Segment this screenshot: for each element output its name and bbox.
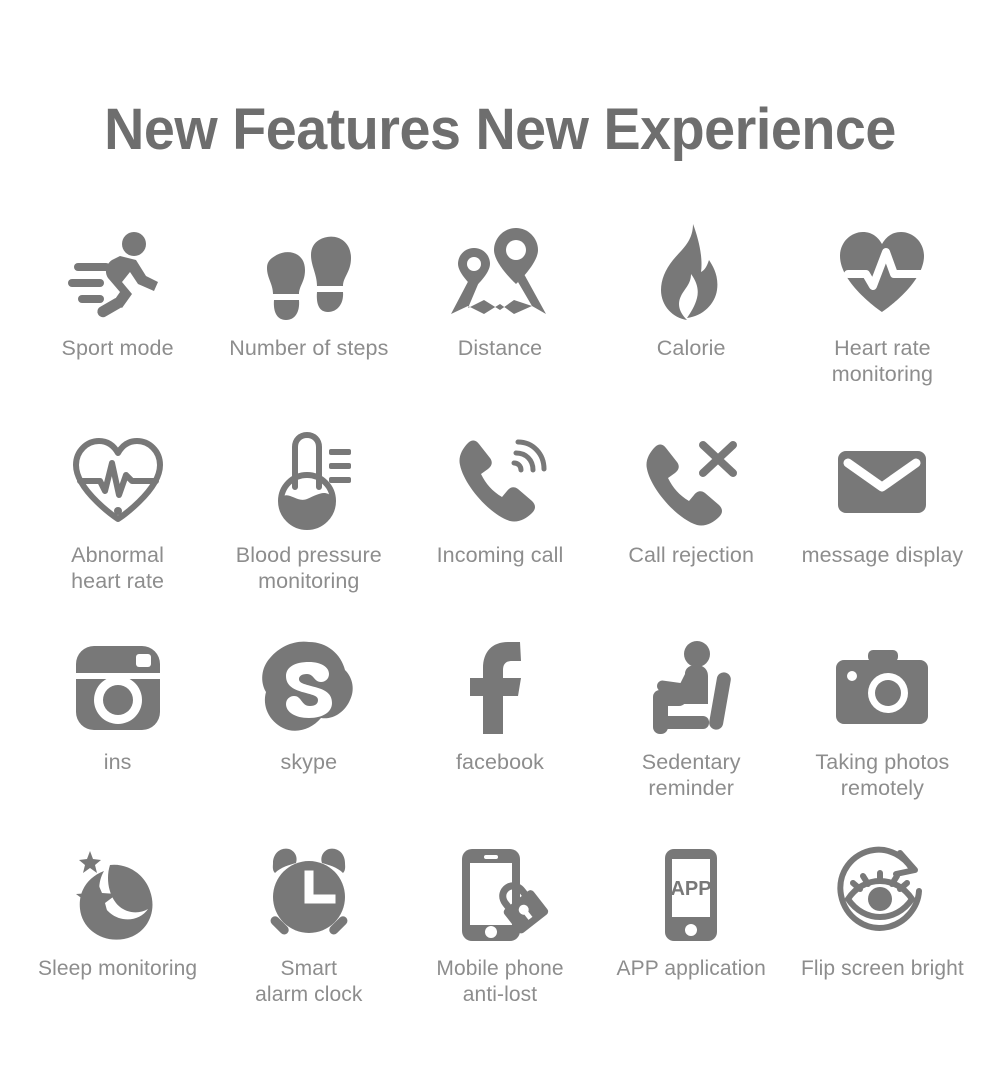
feature-item-sedentary-reminder[interactable]: Sedentary reminder [596,629,787,836]
feature-item-taking-photos-remotely[interactable]: Taking photos remotely [787,629,978,836]
feature-label: Smart alarm clock [255,957,363,1006]
feature-item-flip-screen-bright[interactable]: Flip screen bright [787,836,978,1043]
thermometer-icon [257,422,361,540]
feature-showcase-page: New Features New Experience Sport mode N… [0,0,1000,1078]
flame-icon [639,215,743,333]
feature-label: Call rejection [628,543,755,567]
page-title: New Features New Experience [104,97,896,162]
moon-stars-icon [66,836,170,954]
feature-label: Sport mode [61,336,174,360]
feature-item-skype[interactable]: skype [213,629,404,836]
feature-label: Calorie [656,336,726,360]
skype-icon [257,629,361,747]
feature-label: Sedentary reminder [641,750,741,800]
feature-item-incoming-call[interactable]: Incoming call [404,422,595,629]
map-pin-route-icon [448,215,552,333]
feature-label: Number of steps [229,336,389,360]
feature-label: ins [103,750,132,774]
feature-row: Sleep monitoring Smart alarm clock Mobil… [22,836,978,1043]
feature-item-app-application[interactable]: APP APP application [596,836,787,1043]
feature-label: Abnormal heart rate [71,543,165,593]
feature-item-call-rejection[interactable]: Call rejection [596,422,787,629]
feature-row: Sport mode Number of steps Distance Calo… [22,215,978,422]
feature-row: ins skype facebook Sedentary reminder Ta… [22,629,978,836]
feature-item-message-display[interactable]: message display [787,422,978,629]
feature-label: skype [280,750,338,774]
feature-item-blood-pressure-monitoring[interactable]: Blood pressure monitoring [213,422,404,629]
feature-item-heart-rate-monitoring[interactable]: Heart rate monitoring [787,215,978,422]
app-badge-text: APP [671,878,712,900]
feature-label: Blood pressure monitoring [235,543,382,593]
footprints-icon [257,215,361,333]
running-person-icon [66,215,170,333]
feature-grid: Sport mode Number of steps Distance Calo… [22,215,978,1043]
feature-item-sleep-monitoring[interactable]: Sleep monitoring [22,836,213,1043]
phone-app-icon: APP [639,836,743,954]
feature-item-abnormal-heart-rate[interactable]: Abnormal heart rate [22,422,213,629]
instagram-icon [66,629,170,747]
feature-item-mobile-phone-anti-lost[interactable]: Mobile phone anti-lost [404,836,595,1043]
feature-label: Heart rate monitoring [831,336,934,386]
feature-label: message display [801,543,964,567]
alarm-clock-icon [257,836,361,954]
heart-pulse-filled-icon [830,215,935,333]
feature-item-facebook[interactable]: facebook [404,629,595,836]
feature-item-distance[interactable]: Distance [404,215,595,422]
feature-item-calorie[interactable]: Calorie [596,215,787,422]
phone-ringing-icon [448,422,552,540]
feature-item-sport-mode[interactable]: Sport mode [22,215,213,422]
feature-label: Mobile phone anti-lost [436,957,564,1006]
feature-item-smart-alarm-clock[interactable]: Smart alarm clock [213,836,404,1043]
feature-label: Sleep monitoring [38,957,198,980]
envelope-icon [830,422,934,540]
feature-label: APP application [616,957,766,980]
feature-item-number-of-steps[interactable]: Number of steps [213,215,404,422]
feature-row: Abnormal heart rate Blood pressure monit… [22,422,978,629]
feature-label: facebook [455,750,545,774]
phone-lock-icon [448,836,552,954]
feature-label: Taking photos remotely [815,750,950,800]
seated-person-icon [639,629,743,747]
heart-ecg-outline-icon [66,422,170,540]
feature-label: Incoming call [436,543,564,567]
phone-reject-icon [639,422,743,540]
feature-label: Distance [457,336,543,360]
camera-icon [830,629,934,747]
eye-rotate-icon [830,836,934,954]
facebook-icon [448,629,552,747]
feature-item-ins[interactable]: ins [22,629,213,836]
feature-label: Flip screen bright [800,957,964,980]
